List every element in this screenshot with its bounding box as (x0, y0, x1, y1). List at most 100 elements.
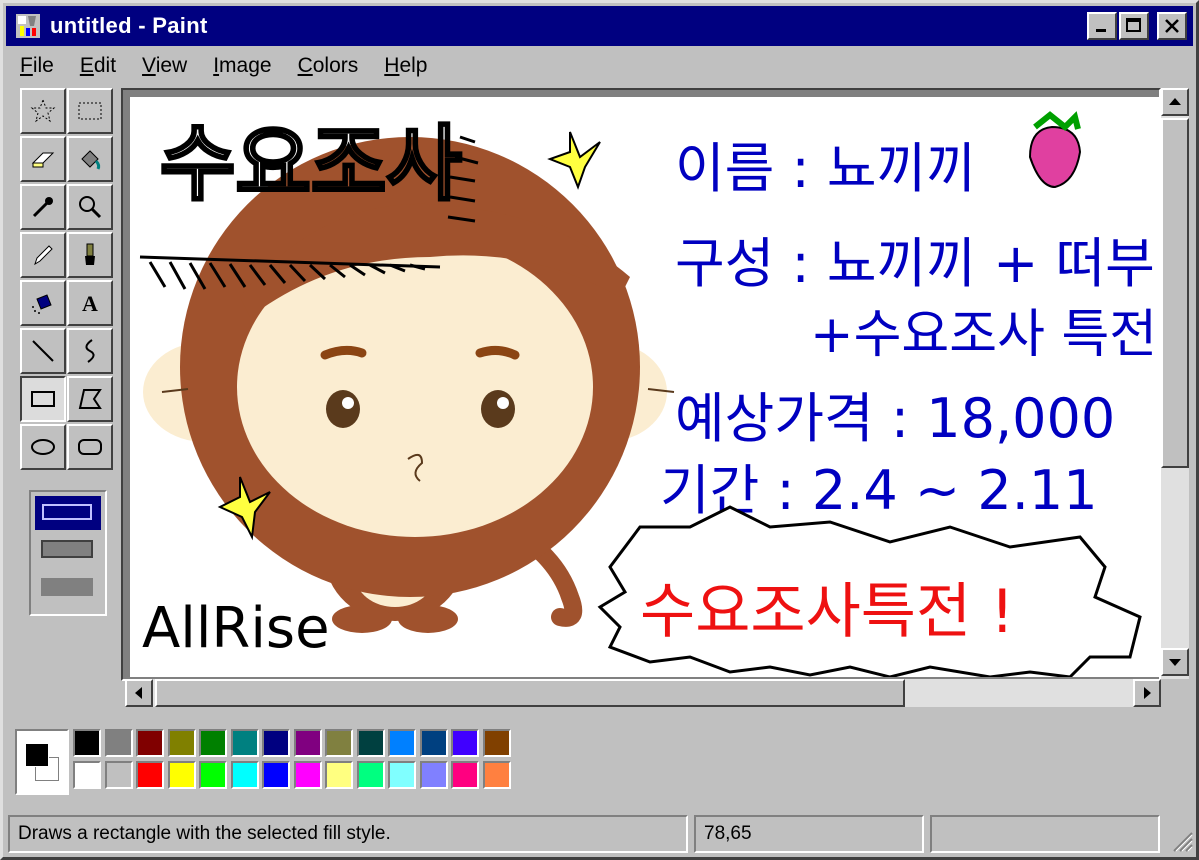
foreground-color-swatch (25, 743, 49, 767)
ellipse-tool[interactable] (20, 424, 66, 470)
palette-swatch[interactable] (230, 729, 259, 757)
palette-swatch[interactable] (199, 761, 227, 789)
drawing-canvas[interactable]: 수요조사 이름 : 뇨끼끼 구성 : 뇨끼끼 + 떠부 +수요조사 특전 예상가… (130, 97, 1159, 677)
canvas-price-line: 예상가격 : 18,000 (675, 387, 1115, 450)
scroll-up-button[interactable] (1161, 88, 1189, 116)
palette-swatch[interactable] (482, 729, 511, 757)
airbrush-icon (32, 294, 52, 314)
palette-swatch[interactable] (136, 761, 164, 789)
menu-image[interactable]: Image (199, 54, 283, 78)
palette-swatch[interactable] (104, 761, 133, 789)
palette-swatch[interactable] (262, 761, 290, 789)
resize-grip-icon[interactable] (1170, 829, 1194, 853)
canvas-config-line2: +수요조사 특전 (810, 305, 1157, 365)
scroll-left-button[interactable] (125, 679, 153, 707)
status-size (930, 815, 1160, 853)
title-bar[interactable]: untitled - Paint (6, 6, 1193, 46)
vertical-scroll-thumb[interactable] (1161, 118, 1189, 468)
airbrush-tool[interactable] (20, 280, 66, 326)
magnifier-icon (79, 196, 102, 219)
canvas-name-line: 이름 : 뇨끼끼 (675, 137, 976, 200)
canvas-drawing: 수요조사 이름 : 뇨끼끼 구성 : 뇨끼끼 + 떠부 +수요조사 특전 예상가… (139, 111, 1157, 677)
close-button[interactable] (1157, 12, 1187, 40)
palette-swatch[interactable] (167, 761, 196, 789)
strawberry-icon (1028, 111, 1082, 189)
text-tool[interactable]: A (67, 280, 113, 326)
line-tool[interactable] (20, 328, 66, 374)
rounded-rectangle-icon (78, 439, 102, 455)
rounded-rectangle-tool[interactable] (67, 424, 113, 470)
palette-swatch[interactable] (325, 761, 353, 789)
horizontal-scrollbar[interactable] (125, 679, 1161, 707)
rectangle-tool[interactable] (20, 376, 66, 422)
palette-swatch[interactable] (262, 729, 290, 757)
arrow-right-icon (1144, 687, 1151, 699)
curve-tool[interactable] (67, 328, 113, 374)
vertical-scrollbar[interactable] (1161, 88, 1189, 681)
fill-style-outline-filled[interactable] (41, 540, 93, 558)
palette-swatch[interactable] (293, 761, 322, 789)
arrow-left-icon (135, 687, 142, 699)
pick-color-tool[interactable] (20, 184, 66, 230)
palette-swatch[interactable] (419, 729, 448, 757)
menu-colors[interactable]: Colors (284, 54, 371, 78)
menu-file[interactable]: File (6, 54, 66, 78)
palette-swatch[interactable] (388, 761, 416, 789)
free-form-select-tool[interactable] (20, 88, 66, 134)
palette-swatch[interactable] (451, 729, 479, 757)
menu-edit[interactable]: Edit (66, 54, 128, 78)
star-icon (547, 131, 601, 190)
select-tool[interactable] (67, 88, 113, 134)
fill-bucket-icon (81, 150, 101, 170)
magnifier-tool[interactable] (67, 184, 113, 230)
palette-swatch[interactable] (356, 729, 385, 757)
palette-swatch[interactable] (325, 729, 353, 757)
eraser-icon (31, 152, 55, 168)
scroll-down-button[interactable] (1161, 648, 1189, 676)
select-icon (78, 102, 102, 120)
palette-swatch[interactable] (73, 761, 101, 789)
maximize-icon (1126, 18, 1141, 32)
palette-swatch[interactable] (104, 729, 133, 757)
status-bar: Draws a rectangle with the selected fill… (6, 811, 1196, 857)
palette-swatch[interactable] (451, 761, 479, 789)
scrollbar-corner (1161, 679, 1189, 707)
palette-swatch[interactable] (167, 729, 196, 757)
fill-with-color-tool[interactable] (67, 136, 113, 182)
current-colors-indicator[interactable] (15, 729, 69, 795)
menu-bar: File Edit View Image Colors Help (6, 48, 1193, 84)
fill-style-outline[interactable] (35, 496, 101, 530)
polygon-icon (78, 389, 102, 409)
minimize-button[interactable] (1087, 12, 1117, 40)
palette-swatch[interactable] (73, 729, 101, 757)
polygon-tool[interactable] (67, 376, 113, 422)
maximize-button[interactable] (1119, 12, 1149, 40)
horizontal-scroll-thumb[interactable] (155, 679, 905, 707)
palette-swatch[interactable] (293, 729, 322, 757)
ellipse-icon (31, 439, 55, 455)
palette-swatch[interactable] (136, 729, 164, 757)
pencil-tool[interactable] (20, 232, 66, 278)
palette-swatch[interactable] (419, 761, 448, 789)
status-hint: Draws a rectangle with the selected fill… (8, 815, 688, 853)
eraser-tool[interactable] (20, 136, 66, 182)
brush-tool[interactable] (67, 232, 113, 278)
canvas-frame: 수요조사 이름 : 뇨끼끼 구성 : 뇨끼끼 + 떠부 +수요조사 특전 예상가… (121, 88, 1161, 681)
menu-view[interactable]: View (128, 54, 199, 78)
minimize-icon (1096, 29, 1106, 32)
eyedropper-icon (32, 197, 53, 218)
canvas-title-text: 수요조사 (160, 117, 462, 212)
fill-style-filled[interactable] (41, 578, 93, 596)
palette-swatch[interactable] (388, 729, 416, 757)
palette-swatch[interactable] (199, 729, 227, 757)
palette-swatch[interactable] (356, 761, 385, 789)
palette-swatch[interactable] (482, 761, 511, 789)
menu-help[interactable]: Help (370, 54, 439, 78)
close-icon (1165, 19, 1179, 33)
paint-app-icon[interactable] (14, 12, 42, 40)
palette-swatch[interactable] (230, 761, 259, 789)
brush-icon (85, 243, 95, 265)
scroll-right-button[interactable] (1133, 679, 1161, 707)
status-coordinates: 78,65 (694, 815, 924, 853)
free-form-select-icon (30, 98, 56, 123)
